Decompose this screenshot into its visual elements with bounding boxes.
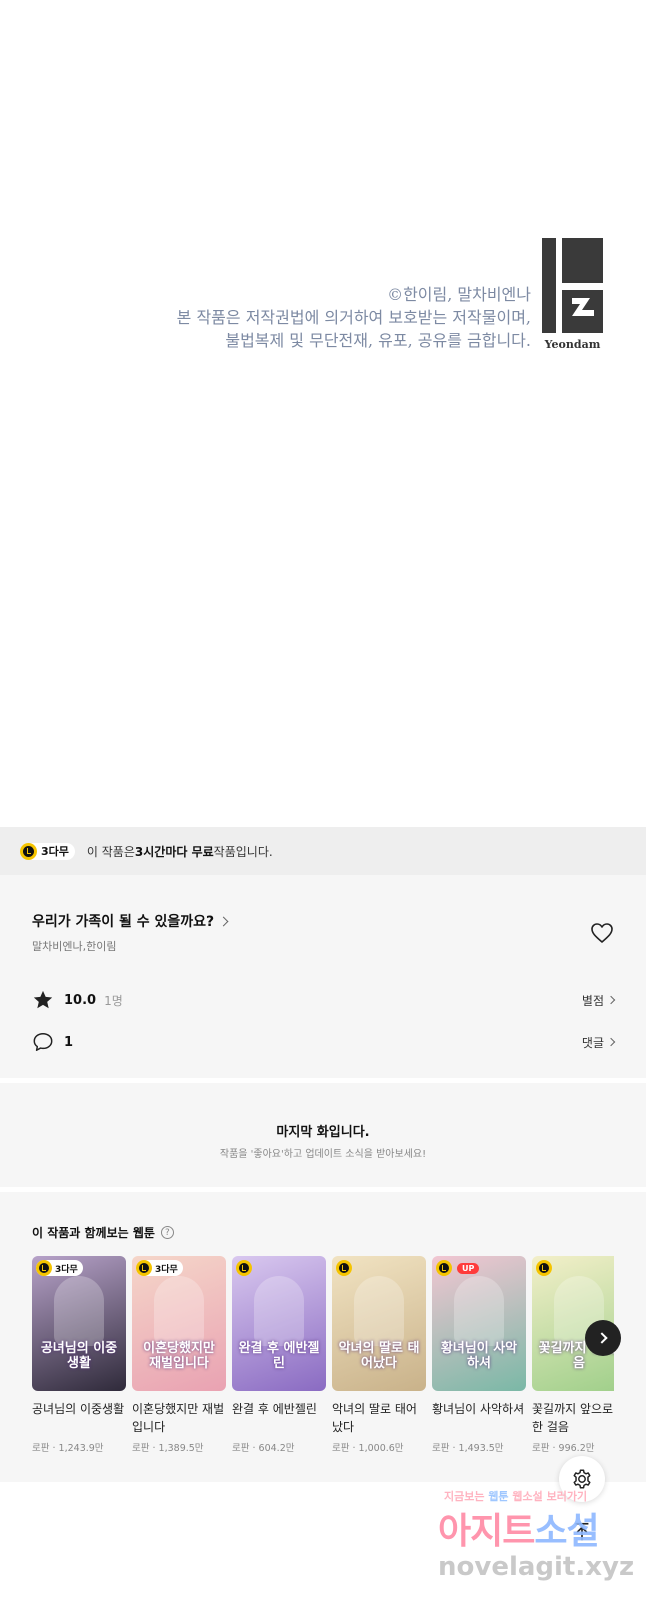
thumbnail-figure bbox=[154, 1276, 204, 1346]
help-icon[interactable]: ? bbox=[160, 1226, 174, 1239]
rating-value: 10.0 bbox=[64, 992, 97, 1008]
rating-link-label: 별점 bbox=[581, 993, 604, 1008]
recommendation-title: 꽃길까지 앞으로 한 걸음 bbox=[532, 1402, 614, 1434]
recommendations-section: 이 작품과 함께보는 웹툰 ? 공녀님의 이중생활 3다무공녀님의 이중생활로판 … bbox=[0, 1192, 646, 1482]
recommendation-meta: 로판 · 604.2만 bbox=[232, 1443, 295, 1454]
clock-icon bbox=[136, 1260, 152, 1276]
recommendation-meta: 로판 · 1,389.5만 bbox=[132, 1443, 204, 1454]
recommendations-heading: 이 작품과 함께보는 웹툰 ? bbox=[32, 1224, 174, 1241]
recommendation-meta: 로판 · 1,493.5만 bbox=[432, 1443, 504, 1454]
clock-icon bbox=[236, 1260, 252, 1276]
publisher-logo-mark bbox=[542, 238, 603, 333]
watermark: 지금보는 웹툰 웹소설 보러가기 아지트소설 novelagit.xyz bbox=[438, 1488, 646, 1597]
recommendation-title: 이혼당했지만 재벌입니다 bbox=[132, 1402, 225, 1434]
thumbnail-figure bbox=[354, 1276, 404, 1346]
clock-icon bbox=[536, 1260, 552, 1276]
recommendation-meta: 로판 · 1,000.6만 bbox=[332, 1443, 404, 1454]
work-info-section: 우리가 가족이 될 수 있을까요? 말차비엔나,한이림 10.0 1명 별점 1… bbox=[0, 875, 646, 1078]
comment-icon bbox=[33, 1033, 53, 1051]
recommendation-badge: 3다무 bbox=[36, 1260, 83, 1276]
recommendation-thumbnail: 황녀님이 사악하셔 UP bbox=[432, 1256, 526, 1391]
recommendation-thumbnail: 이혼당했지만 재벌입니다 3다무 bbox=[132, 1256, 226, 1391]
up-badge: UP bbox=[457, 1262, 480, 1274]
recommendation-card[interactable]: 이혼당했지만 재벌입니다 3다무이혼당했지만 재벌입니다로판 · 1,389.5만 bbox=[132, 1256, 226, 1454]
clock-icon bbox=[20, 842, 37, 860]
free-notice-prefix: 이 작품은 bbox=[86, 844, 135, 859]
recommendation-badge bbox=[236, 1260, 255, 1276]
rating-row: 10.0 1명 별점 bbox=[32, 989, 616, 1011]
copyright-section: ©한이림, 말차비엔나 본 작품은 저작권법에 의거하여 보호받는 저작물이며,… bbox=[0, 0, 646, 827]
recommendation-badge: 3다무 bbox=[136, 1260, 183, 1276]
recommendation-title: 공녀님의 이중생활 bbox=[32, 1402, 125, 1416]
recommendation-card[interactable]: 완결 후 에반젤린 완결 후 에반젤린 로판 · 604.2만 bbox=[232, 1256, 326, 1454]
thumbnail-art-title: 황녀님이 사악하셔 bbox=[440, 1341, 518, 1371]
comment-count: 1 bbox=[64, 1034, 74, 1050]
recommendation-title: 악녀의 딸로 태어났다 bbox=[332, 1402, 417, 1434]
last-episode-subtitle: 작품을 '좋아요'하고 업데이트 소식을 받아보세요! bbox=[219, 1149, 427, 1160]
work-title-link[interactable]: 우리가 가족이 될 수 있을까요? bbox=[32, 911, 229, 931]
thumbnail-figure bbox=[454, 1276, 504, 1346]
copyright-notice: ©한이림, 말차비엔나 본 작품은 저작권법에 의거하여 보호받는 저작물이며,… bbox=[177, 283, 531, 352]
thumbnail-art-title: 이혼당했지만 재벌입니다 bbox=[143, 1341, 215, 1371]
recommendation-card[interactable]: 공녀님의 이중생활 3다무공녀님의 이중생활로판 · 1,243.9만 bbox=[32, 1256, 126, 1454]
chevron-right-icon bbox=[218, 916, 229, 926]
copyright-line: 본 작품은 저작권법에 의거하여 보호받는 저작물이며, bbox=[176, 308, 531, 327]
rating-count: 1명 bbox=[104, 993, 123, 1008]
thumbnail-art-title: 완결 후 에반젤린 bbox=[238, 1341, 320, 1371]
recommendation-title: 황녀님이 사악하셔 bbox=[432, 1402, 525, 1416]
clock-icon bbox=[36, 1260, 52, 1276]
recommendation-thumbnail: 완결 후 에반젤린 bbox=[232, 1256, 326, 1391]
recommendation-meta: 로판 · 1,243.9만 bbox=[32, 1443, 104, 1454]
work-title: 우리가 가족이 될 수 있을까요? bbox=[32, 914, 215, 930]
star-icon bbox=[33, 990, 53, 1009]
recommendations-list: 공녀님의 이중생활 3다무공녀님의 이중생활로판 · 1,243.9만 이혼당했지만… bbox=[32, 1256, 614, 1466]
thumbnail-figure bbox=[254, 1276, 304, 1346]
recommendation-title: 완결 후 에반젤린 bbox=[232, 1402, 317, 1416]
recommendation-card[interactable]: 악녀의 딸로 태어났다 악녀의 딸로 태어났다 로판 · 1,000.6만 bbox=[332, 1256, 426, 1454]
recommendation-badge bbox=[536, 1260, 555, 1276]
comment-row: 1 댓글 bbox=[32, 1031, 616, 1053]
publisher-logo-text: Yeondam bbox=[544, 338, 601, 351]
free-badge-label: 3다무 bbox=[41, 845, 69, 858]
watermark-brand-a: 아지트 bbox=[438, 1511, 535, 1552]
thumbnail-figure bbox=[54, 1276, 104, 1346]
watermark-brand: 아지트소설 bbox=[438, 1502, 600, 1554]
copyright-line: ©한이림, 말차비엔나 bbox=[387, 285, 531, 304]
recommendation-badge: UP bbox=[436, 1260, 484, 1276]
chevron-right-icon bbox=[606, 1037, 616, 1047]
comment-link-label: 댓글 bbox=[581, 1035, 604, 1050]
recommendation-badge bbox=[336, 1260, 355, 1276]
thumbnail-art-title: 공녀님의 이중생활 bbox=[40, 1341, 118, 1371]
free-badge: 3다무 bbox=[20, 842, 75, 860]
watermark-url: novelagit.xyz bbox=[438, 1552, 635, 1582]
last-episode-title: 마지막 화입니다. bbox=[276, 1125, 370, 1140]
free-badge-label: 3다무 bbox=[155, 1264, 178, 1275]
chevron-right-icon bbox=[595, 1332, 608, 1344]
clock-icon bbox=[336, 1260, 352, 1276]
chevron-right-icon bbox=[606, 995, 616, 1005]
free-notice-highlight: 3시간마다 무료 bbox=[134, 844, 214, 859]
copyright-line: 불법복제 및 무단전재, 유포, 공유를 금합니다. bbox=[225, 331, 531, 350]
recommendation-thumbnail: 공녀님의 이중생활 3다무 bbox=[32, 1256, 126, 1391]
comment-link[interactable]: 댓글 bbox=[581, 1034, 616, 1051]
free-notice-bar: 3다무 이 작품은 3시간마다 무료 작품입니다. bbox=[0, 827, 646, 875]
free-notice-suffix: 작품입니다. bbox=[213, 844, 273, 859]
recommendation-card[interactable]: 황녀님이 사악하셔 UP 황녀님이 사악하셔로판 · 1,493.5만 bbox=[432, 1256, 526, 1454]
gear-icon bbox=[573, 1469, 591, 1489]
heart-icon[interactable] bbox=[590, 922, 614, 944]
last-episode-section: 마지막 화입니다. 작품을 '좋아요'하고 업데이트 소식을 받아보세요! bbox=[0, 1083, 646, 1187]
clock-icon bbox=[436, 1260, 452, 1276]
carousel-next-button[interactable] bbox=[585, 1320, 621, 1356]
thumbnail-art-title: 악녀의 딸로 태어났다 bbox=[338, 1341, 420, 1371]
recommendation-meta: 로판 · 996.2만 bbox=[532, 1443, 595, 1454]
recommendation-thumbnail: 악녀의 딸로 태어났다 bbox=[332, 1256, 426, 1391]
watermark-brand-b: 소설 bbox=[534, 1511, 599, 1552]
free-badge-label: 3다무 bbox=[55, 1264, 78, 1275]
work-authors: 말차비엔나,한이림 bbox=[32, 940, 117, 953]
publisher-logo: Yeondam bbox=[542, 238, 603, 351]
rating-link[interactable]: 별점 bbox=[581, 992, 616, 1009]
recommendations-title: 이 작품과 함께보는 웹툰 bbox=[32, 1226, 155, 1240]
